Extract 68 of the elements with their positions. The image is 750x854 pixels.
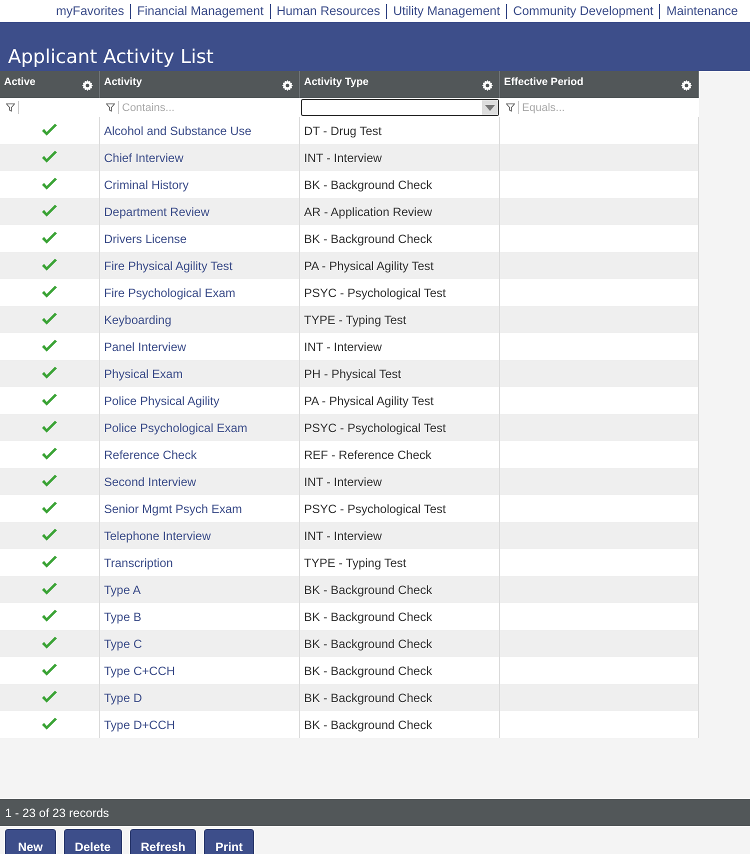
activity-link[interactable]: Type D — [104, 690, 142, 704]
activity-link[interactable]: Police Physical Agility — [104, 394, 220, 408]
activity-link[interactable]: Senior Mgmt Psych Exam — [104, 502, 242, 516]
table-cell: BK - Background Check — [304, 636, 432, 650]
table-cell: TYPE - Typing Test — [304, 312, 406, 326]
table-cell: BK - Background Check — [304, 690, 432, 704]
record-count: 1 - 23 of 23 records — [5, 806, 110, 820]
filter-icon[interactable] — [506, 103, 515, 112]
activity-link[interactable]: Type C — [104, 636, 142, 650]
caret-icon — [485, 104, 495, 110]
table-cell: PSYC - Psychological Test — [304, 502, 446, 516]
filter-dropdown[interactable] — [301, 99, 499, 116]
table-cell: INT - Interview — [304, 474, 382, 488]
activity-link[interactable]: Type D+CCH — [104, 718, 176, 732]
table-cell: BK - Background Check — [304, 610, 432, 624]
action-button[interactable]: New — [5, 829, 56, 854]
table-cell: PA - Physical Agility Test — [304, 394, 434, 408]
action-button[interactable]: Delete — [64, 829, 122, 854]
nav-link[interactable]: Financial Management — [130, 4, 270, 18]
column-header[interactable]: Effective Period — [500, 71, 699, 98]
column-label: Activity — [104, 76, 142, 88]
activity-link[interactable]: Fire Psychological Exam — [104, 286, 236, 300]
column-label: Active — [4, 76, 36, 88]
nav-link[interactable]: myFavorites — [50, 4, 130, 18]
activity-link[interactable]: Alcohol and Substance Use — [104, 124, 252, 138]
settings-icon[interactable] — [282, 80, 293, 91]
action-button[interactable]: Refresh — [130, 829, 196, 854]
filter-icon[interactable] — [106, 103, 115, 112]
filter-icon[interactable] — [6, 103, 15, 112]
nav-link[interactable]: Utility Management — [386, 4, 506, 18]
table-cell: PH - Physical Test — [304, 366, 402, 380]
column-label: Effective Period — [504, 76, 584, 88]
column-header[interactable]: Active — [0, 71, 100, 98]
table-cell: BK - Background Check — [304, 582, 432, 596]
activity-link[interactable]: Type B — [104, 610, 142, 624]
table-cell: PA - Physical Agility Test — [304, 258, 434, 272]
table-cell: TYPE - Typing Test — [304, 556, 406, 570]
activity-link[interactable]: Drivers License — [104, 232, 187, 246]
table-cell: PSYC - Psychological Test — [304, 420, 446, 434]
nav-link[interactable]: Maintenance — [659, 4, 744, 18]
action-button[interactable]: Print — [204, 829, 254, 854]
table-cell: INT - Interview — [304, 150, 382, 164]
table-cell: DT - Drug Test — [304, 124, 382, 138]
table-cell: INT - Interview — [304, 340, 382, 354]
activity-link[interactable]: Criminal History — [104, 178, 189, 192]
table-cell: BK - Background Check — [304, 664, 432, 678]
activity-link[interactable]: Keyboarding — [104, 312, 172, 326]
table-cell: BK - Background Check — [304, 718, 432, 732]
activity-link[interactable]: Transcription — [104, 556, 173, 570]
settings-icon[interactable] — [681, 80, 692, 91]
page-title: Applicant Activity List — [7, 46, 214, 70]
settings-icon[interactable] — [82, 80, 93, 91]
activity-link[interactable]: Type C+CCH — [104, 664, 176, 678]
table-cell: INT - Interview — [304, 528, 382, 542]
table-cell: AR - Application Review — [304, 204, 432, 218]
column-header[interactable]: Activity — [100, 71, 300, 98]
nav-link[interactable]: Community Development — [506, 4, 660, 18]
column-label: Activity Type — [304, 76, 369, 88]
settings-icon[interactable] — [482, 80, 493, 91]
table-cell: BK - Background Check — [304, 232, 432, 246]
activity-link[interactable]: Type A — [104, 582, 141, 596]
activity-link[interactable]: Reference Check — [104, 448, 197, 462]
column-header[interactable]: Activity Type — [300, 71, 500, 98]
table-cell: PSYC - Psychological Test — [304, 286, 446, 300]
activity-link[interactable]: Panel Interview — [104, 340, 186, 354]
table-cell: BK - Background Check — [304, 178, 432, 192]
table-cell: REF - Reference Check — [304, 448, 432, 462]
nav-link[interactable]: Human Resources — [270, 4, 386, 18]
